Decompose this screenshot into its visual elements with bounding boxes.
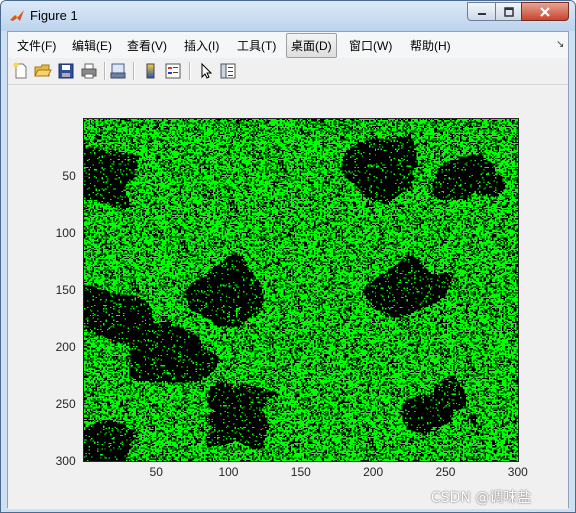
- save-icon[interactable]: [57, 62, 75, 80]
- y-tick-mark: [84, 175, 89, 177]
- plot-area: 50 100 150 200 250 300 50 100 150 200 250 300: [8, 85, 568, 509]
- x-tick-label: 250: [435, 465, 456, 479]
- x-tick-mark: [228, 456, 230, 461]
- new-file-icon[interactable]: [12, 62, 30, 80]
- watermark: CSDN @调味盐: [431, 490, 532, 506]
- y-tick-label: 50: [62, 169, 76, 183]
- minimize-icon: [477, 12, 486, 15]
- menu-bar: 文件(F) 编辑(E) 查看(V) 插入(I) 工具(T) 桌面(D) 窗口(W…: [8, 32, 568, 59]
- matlab-logo-icon: [10, 10, 24, 21]
- menu-tools[interactable]: 工具(T): [237, 37, 276, 54]
- legend-icon[interactable]: [164, 62, 182, 80]
- title-bar[interactable]: Figure 1: [1, 1, 575, 31]
- y-tick-label: 200: [55, 340, 76, 354]
- property-editor-icon[interactable]: [219, 62, 237, 80]
- axes-frame: [83, 118, 519, 462]
- maximize-icon: [503, 6, 514, 17]
- toolbar-separator: [133, 62, 135, 80]
- x-tick-mark: [445, 456, 447, 461]
- menu-help[interactable]: 帮助(H): [410, 37, 451, 54]
- y-tick-mark: [84, 460, 89, 462]
- x-tick-label: 100: [218, 465, 239, 479]
- menu-window[interactable]: 窗口(W): [349, 37, 392, 54]
- close-icon: [540, 6, 550, 17]
- toolbar-separator: [104, 62, 106, 80]
- figure-window: Figure 1 文件(F) 编辑(E) 查看(V) 插入(I) 工具(T) 桌…: [0, 0, 576, 513]
- dock-arrow-icon[interactable]: ↘: [556, 39, 564, 50]
- toolbar-separator: [189, 62, 191, 80]
- x-tick-mark: [155, 456, 157, 461]
- x-tick-label: 150: [290, 465, 311, 479]
- open-folder-icon[interactable]: [34, 62, 52, 80]
- close-button[interactable]: [521, 2, 569, 21]
- y-tick-label: 100: [55, 226, 76, 240]
- x-tick-mark: [300, 456, 302, 461]
- y-tick-label: 150: [55, 283, 76, 297]
- y-tick-mark: [84, 346, 89, 348]
- figure-client-area: 文件(F) 编辑(E) 查看(V) 插入(I) 工具(T) 桌面(D) 窗口(W…: [7, 31, 569, 509]
- minimize-button[interactable]: [467, 2, 496, 21]
- window-title: Figure 1: [30, 8, 78, 23]
- x-tick-label: 200: [363, 465, 384, 479]
- y-tick-label: 300: [55, 454, 76, 468]
- x-tick-label: 300: [507, 465, 528, 479]
- menu-view[interactable]: 查看(V): [127, 37, 167, 54]
- menu-desktop[interactable]: 桌面(D): [286, 33, 337, 58]
- x-tick-label: 50: [149, 465, 163, 479]
- menu-edit[interactable]: 编辑(E): [72, 37, 112, 54]
- print-preview-icon[interactable]: [109, 62, 127, 80]
- y-tick-mark: [84, 403, 89, 405]
- x-tick-mark: [517, 456, 519, 461]
- pointer-icon[interactable]: [197, 62, 215, 80]
- toolbar: [8, 58, 568, 85]
- menu-file[interactable]: 文件(F): [17, 37, 56, 54]
- menu-insert[interactable]: 插入(I): [184, 37, 219, 54]
- y-tick-mark: [84, 232, 89, 234]
- colorbar-icon[interactable]: [142, 62, 160, 80]
- maximize-button[interactable]: [495, 2, 522, 21]
- print-icon[interactable]: [80, 62, 98, 80]
- y-tick-label: 250: [55, 397, 76, 411]
- y-tick-mark: [84, 289, 89, 291]
- x-tick-mark: [372, 456, 374, 461]
